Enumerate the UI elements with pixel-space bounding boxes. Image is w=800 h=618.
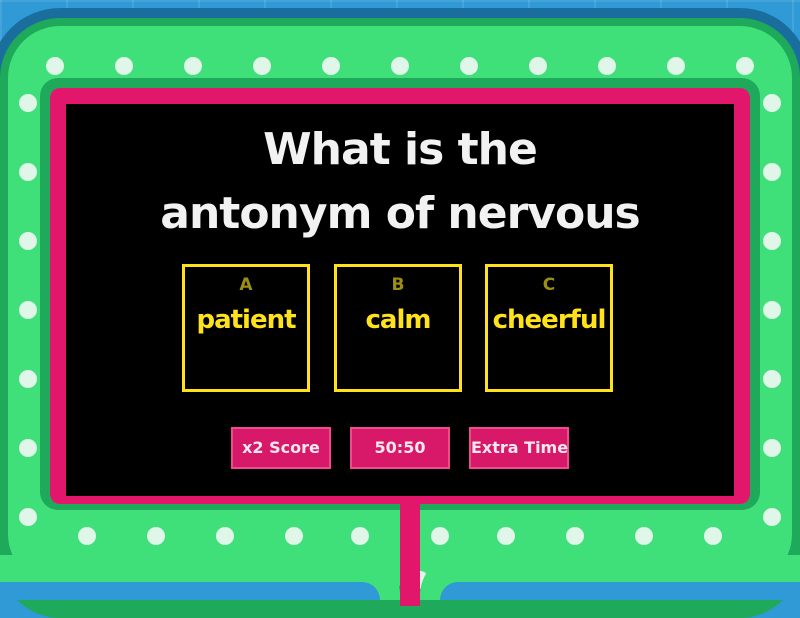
answer-c-button[interactable]: C cheerful — [485, 264, 613, 392]
answer-b-text: calm — [365, 305, 432, 335]
stand-left-gap — [0, 582, 380, 600]
stand-post — [400, 496, 420, 606]
extra-time-button[interactable]: Extra Time — [469, 427, 569, 469]
answer-c-text: cheerful — [492, 305, 607, 335]
answer-a-button[interactable]: A patient — [182, 264, 310, 392]
question-text: What is the antonym of nervous — [66, 118, 734, 246]
answer-a-letter: A — [239, 275, 253, 295]
answer-c-letter: C — [542, 275, 556, 295]
answer-b-letter: B — [391, 275, 405, 295]
answer-a-text: patient — [196, 305, 296, 335]
question-line-1: What is the — [263, 124, 538, 175]
question-line-2: antonym of nervous — [160, 188, 640, 239]
double-score-button[interactable]: x2 Score — [231, 427, 331, 469]
answer-b-button[interactable]: B calm — [334, 264, 462, 392]
stand-right-gap — [440, 582, 800, 600]
fifty-fifty-button[interactable]: 50:50 — [350, 427, 450, 469]
